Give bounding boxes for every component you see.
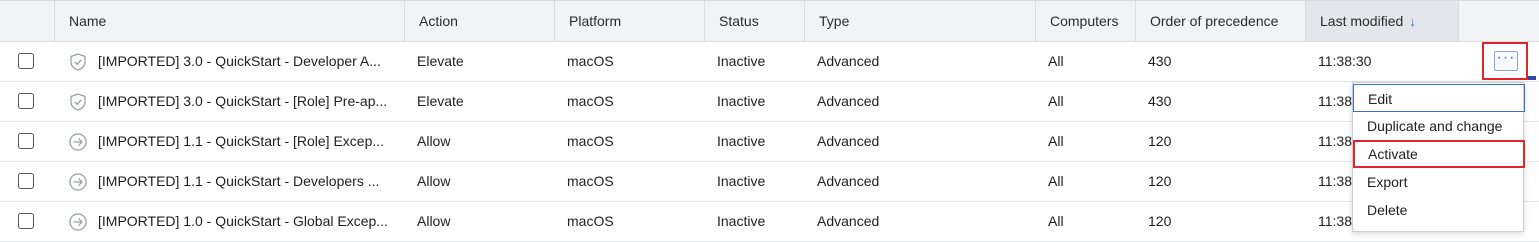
cell-platform: macOS (567, 93, 614, 109)
table-row[interactable]: [IMPORTED] 1.1 - QuickStart - Developers… (0, 162, 1539, 202)
cell-type: Advanced (817, 133, 880, 149)
cell-action: Allow (417, 133, 451, 149)
cell-status: Inactive (717, 173, 766, 189)
cell-status: Inactive (717, 93, 766, 109)
row-checkbox[interactable] (18, 173, 34, 189)
row-checkbox[interactable] (18, 213, 34, 229)
cell-action: Allow (417, 173, 451, 189)
cell-order: 430 (1148, 93, 1172, 109)
row-more-actions-highlight: ··· (1482, 42, 1528, 80)
policy-name[interactable]: [IMPORTED] 1.1 - QuickStart - Developers… (98, 162, 390, 201)
header-platform-label: Platform (569, 13, 622, 29)
header-name-label: Name (69, 13, 107, 29)
menu-item-duplicate-and-change[interactable]: Duplicate and change (1353, 112, 1525, 140)
menu-item-edit[interactable]: Edit (1353, 84, 1525, 112)
cell-status: Inactive (717, 53, 766, 69)
header-name[interactable]: Name (54, 1, 404, 41)
policy-name[interactable]: [IMPORTED] 1.1 - QuickStart - [Role] Exc… (98, 122, 390, 161)
row-selection-marker (1528, 76, 1536, 80)
cell-computers: All (1048, 213, 1064, 229)
header-status-label: Status (719, 13, 759, 29)
menu-item-activate[interactable]: Activate (1353, 140, 1525, 168)
header-type[interactable]: Type (804, 1, 1035, 41)
cell-computers: All (1048, 93, 1064, 109)
cell-type: Advanced (817, 53, 880, 69)
menu-item-delete[interactable]: Delete (1353, 196, 1525, 224)
shield-check-icon (68, 92, 88, 112)
table-header: Name Action Platform Status Type Compute… (0, 0, 1539, 42)
header-status[interactable]: Status (704, 1, 804, 41)
cell-type: Advanced (817, 213, 880, 229)
cell-action: Elevate (417, 53, 464, 69)
cell-modified: 11:38:30 (1318, 53, 1372, 69)
header-type-label: Type (819, 13, 850, 29)
ellipsis-icon: ··· (1496, 49, 1516, 66)
header-platform[interactable]: Platform (554, 1, 704, 41)
menu-item-export[interactable]: Export (1353, 168, 1525, 196)
cell-platform: macOS (567, 53, 614, 69)
header-computers-label: Computers (1050, 13, 1119, 29)
header-last-modified-label: Last modified (1320, 13, 1404, 29)
header-action[interactable]: Action (404, 1, 554, 41)
cell-type: Advanced (817, 93, 880, 109)
header-order-label: Order of precedence (1150, 13, 1279, 29)
cell-action: Elevate (417, 93, 464, 109)
cell-order: 120 (1148, 213, 1172, 229)
cell-status: Inactive (717, 213, 766, 229)
cell-order: 120 (1148, 133, 1172, 149)
header-actions-column (1458, 1, 1539, 41)
row-checkbox[interactable] (18, 133, 34, 149)
table-row[interactable]: [IMPORTED] 3.0 - QuickStart - [Role] Pre… (0, 82, 1539, 122)
header-order[interactable]: Order of precedence (1135, 1, 1305, 41)
arrow-circle-icon (68, 172, 88, 192)
cell-action: Allow (417, 213, 451, 229)
row-context-menu: Edit Duplicate and change Activate Expor… (1352, 82, 1525, 232)
shield-check-icon (68, 52, 88, 72)
more-actions-button[interactable]: ··· (1494, 49, 1518, 71)
cell-status: Inactive (717, 133, 766, 149)
cell-computers: All (1048, 133, 1064, 149)
cell-computers: All (1048, 173, 1064, 189)
header-computers[interactable]: Computers (1035, 1, 1135, 41)
table-row[interactable]: [IMPORTED] 3.0 - QuickStart - Developer … (0, 42, 1539, 82)
header-select-column (0, 1, 54, 41)
arrow-circle-icon (68, 132, 88, 152)
policy-name[interactable]: [IMPORTED] 1.0 - QuickStart - Global Exc… (98, 202, 390, 241)
policy-name[interactable]: [IMPORTED] 3.0 - QuickStart - [Role] Pre… (98, 82, 390, 121)
policy-name[interactable]: [IMPORTED] 3.0 - QuickStart - Developer … (98, 42, 390, 81)
table-row[interactable]: [IMPORTED] 1.0 - QuickStart - Global Exc… (0, 202, 1539, 242)
arrow-circle-icon (68, 212, 88, 232)
cell-order: 430 (1148, 53, 1172, 69)
header-last-modified[interactable]: Last modified ↓ (1305, 1, 1458, 41)
row-checkbox[interactable] (18, 53, 34, 69)
table-row[interactable]: [IMPORTED] 1.1 - QuickStart - [Role] Exc… (0, 122, 1539, 162)
cell-platform: macOS (567, 213, 614, 229)
cell-platform: macOS (567, 173, 614, 189)
cell-type: Advanced (817, 173, 880, 189)
cell-computers: All (1048, 53, 1064, 69)
row-checkbox[interactable] (18, 93, 34, 109)
header-action-label: Action (419, 13, 458, 29)
sort-descending-icon: ↓ (1409, 14, 1416, 29)
cell-platform: macOS (567, 133, 614, 149)
cell-order: 120 (1148, 173, 1172, 189)
